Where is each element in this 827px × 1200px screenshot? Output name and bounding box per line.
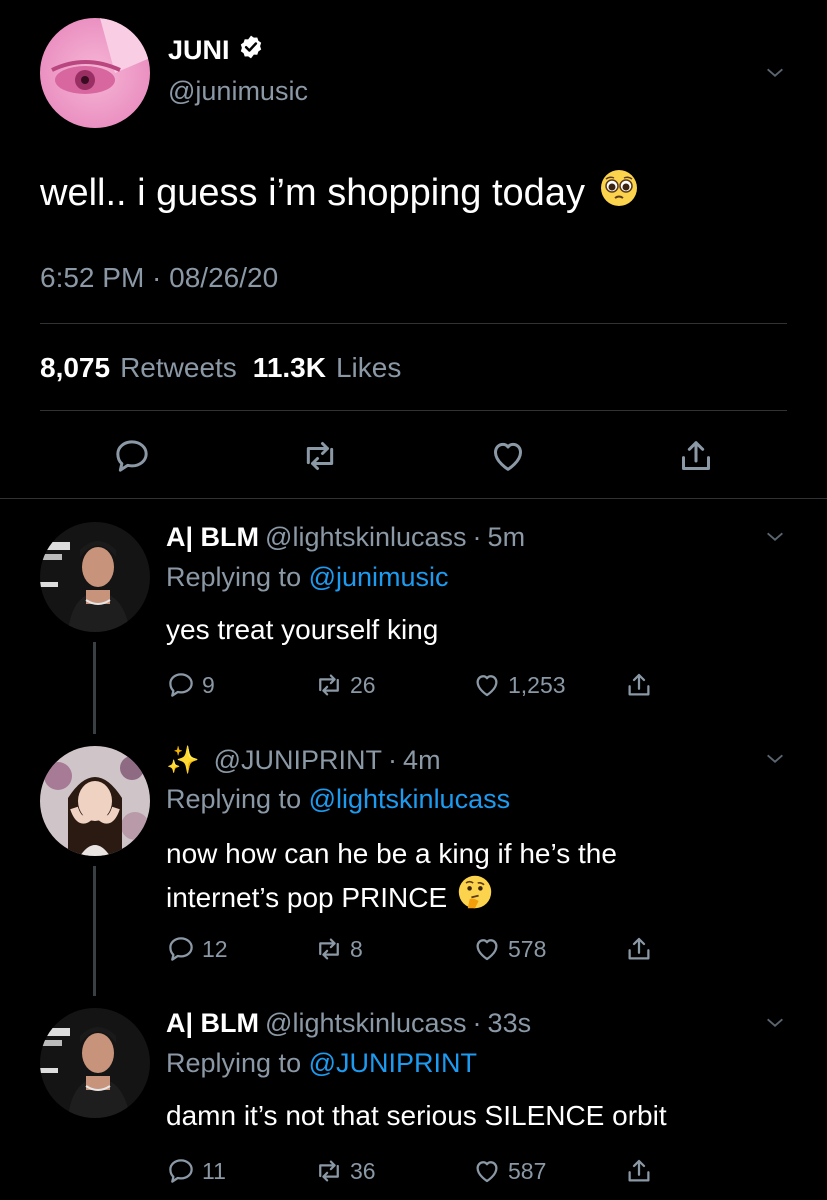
reply-time[interactable]: 4m: [403, 745, 441, 776]
display-name: JUNI: [168, 35, 230, 65]
reply-action[interactable]: 9: [166, 670, 215, 700]
reply-text-line: internet’s pop PRINCE: [166, 881, 448, 913]
like-icon: [476, 675, 498, 697]
tweet-stats: 8,075 Retweets 11.3K Likes: [40, 352, 401, 384]
chevron-down-icon[interactable]: [764, 1012, 786, 1034]
avatar[interactable]: [40, 746, 150, 856]
reply-text-line: now how can he be a king if he’s the: [166, 838, 617, 869]
retweet-icon: [319, 938, 339, 960]
thinking-face-emoji: [457, 874, 493, 921]
author-handle[interactable]: @lightskinlucass: [265, 522, 467, 553]
reply-icon: [169, 1159, 193, 1183]
display-name[interactable]: ✨: [166, 744, 200, 776]
retweets-label[interactable]: Retweets: [120, 352, 237, 384]
reply-text: now how can he be a king if he’s the int…: [166, 834, 786, 921]
retweet-icon: [319, 1160, 339, 1182]
author-name[interactable]: JUNI: [168, 34, 264, 67]
retweet-action[interactable]: 26: [314, 670, 376, 700]
likes-label[interactable]: Likes: [336, 352, 401, 384]
reply-time[interactable]: 33s: [488, 1008, 532, 1039]
reply-icon: [169, 937, 193, 961]
retweet-action[interactable]: 36: [314, 1156, 376, 1186]
replying-to-link[interactable]: @junimusic: [309, 562, 449, 592]
author-handle[interactable]: @lightskinlucass: [265, 1008, 467, 1039]
reply-count: 12: [202, 935, 228, 962]
tweet-timestamp[interactable]: 6:52 PM · 08/26/20: [40, 262, 278, 294]
verified-badge-icon: [238, 34, 264, 67]
replying-to-link[interactable]: @lightskinlucass: [309, 784, 511, 814]
like-icon[interactable]: [488, 436, 528, 476]
retweet-count: 36: [350, 1157, 376, 1184]
reply-text: damn it’s not that serious SILENCE orbit: [166, 1100, 667, 1131]
retweet-count: 26: [350, 671, 376, 698]
author-handle[interactable]: @JUNIPRINT: [214, 745, 382, 776]
like-action[interactable]: 1,253: [472, 670, 566, 700]
like-count: 1,253: [508, 671, 566, 698]
replying-to: Replying to @junimusic: [166, 562, 449, 593]
chevron-down-icon[interactable]: [764, 526, 786, 548]
avatar[interactable]: [40, 1008, 150, 1118]
divider: [40, 323, 787, 324]
thread-line: [93, 866, 96, 996]
replying-to-link[interactable]: @JUNIPRINT: [309, 1048, 477, 1078]
pleading-face-emoji: [599, 168, 639, 218]
retweet-count: 8: [350, 935, 363, 962]
like-action[interactable]: 587: [472, 1156, 546, 1186]
reply-header[interactable]: A| BLM @lightskinlucass · 33s: [166, 1008, 531, 1039]
share-action[interactable]: [624, 934, 654, 964]
chevron-down-icon[interactable]: [764, 748, 786, 770]
retweet-icon[interactable]: [300, 436, 340, 476]
replying-label: Replying to: [166, 562, 302, 592]
share-icon[interactable]: [676, 436, 716, 476]
reply-count: 11: [202, 1157, 226, 1184]
reply-header[interactable]: A| BLM @lightskinlucass · 5m: [166, 522, 525, 553]
reply-action[interactable]: 12: [166, 934, 228, 964]
share-action[interactable]: [624, 1156, 654, 1186]
reply-action[interactable]: 11: [166, 1156, 226, 1186]
divider: [0, 498, 827, 499]
like-icon: [476, 939, 498, 961]
display-name[interactable]: A| BLM: [166, 1008, 259, 1039]
thread-line: [93, 642, 96, 734]
reply-text: yes treat yourself king: [166, 614, 439, 645]
chevron-down-icon[interactable]: [764, 62, 786, 84]
retweet-icon: [319, 674, 339, 696]
share-icon: [628, 673, 650, 696]
replying-to: Replying to @lightskinlucass: [166, 784, 510, 815]
display-name[interactable]: A| BLM: [166, 522, 259, 553]
likes-count[interactable]: 11.3K: [253, 352, 326, 384]
replying-to: Replying to @JUNIPRINT: [166, 1048, 477, 1079]
reply-text-line-2: internet’s pop PRINCE: [166, 874, 786, 921]
replying-label: Replying to: [166, 1048, 302, 1078]
like-action[interactable]: 578: [472, 934, 546, 964]
author-handle[interactable]: @junimusic: [168, 76, 308, 107]
share-icon: [628, 1159, 650, 1182]
like-count: 587: [508, 1157, 547, 1184]
reply-count: 9: [202, 671, 215, 698]
like-icon: [476, 1161, 498, 1183]
replying-label: Replying to: [166, 784, 302, 814]
avatar[interactable]: [40, 522, 150, 632]
tweet-body: well.. i guess i’m shopping today: [40, 171, 585, 214]
share-icon: [628, 937, 650, 960]
reply-header[interactable]: ✨ @JUNIPRINT · 4m: [166, 744, 441, 776]
reply-time[interactable]: 5m: [488, 522, 526, 553]
tweet-text: well.. i guess i’m shopping today: [40, 168, 639, 218]
dot-separator: ·: [388, 744, 398, 775]
like-count: 578: [508, 935, 547, 962]
reply-icon[interactable]: [112, 436, 152, 476]
avatar[interactable]: [40, 18, 150, 128]
dot-separator: ·: [472, 522, 482, 552]
dot-separator: ·: [472, 1008, 482, 1038]
retweet-action[interactable]: 8: [314, 934, 363, 964]
share-action[interactable]: [624, 670, 654, 700]
divider: [40, 410, 787, 411]
reply-icon: [169, 673, 193, 697]
retweets-count[interactable]: 8,075: [40, 352, 110, 384]
